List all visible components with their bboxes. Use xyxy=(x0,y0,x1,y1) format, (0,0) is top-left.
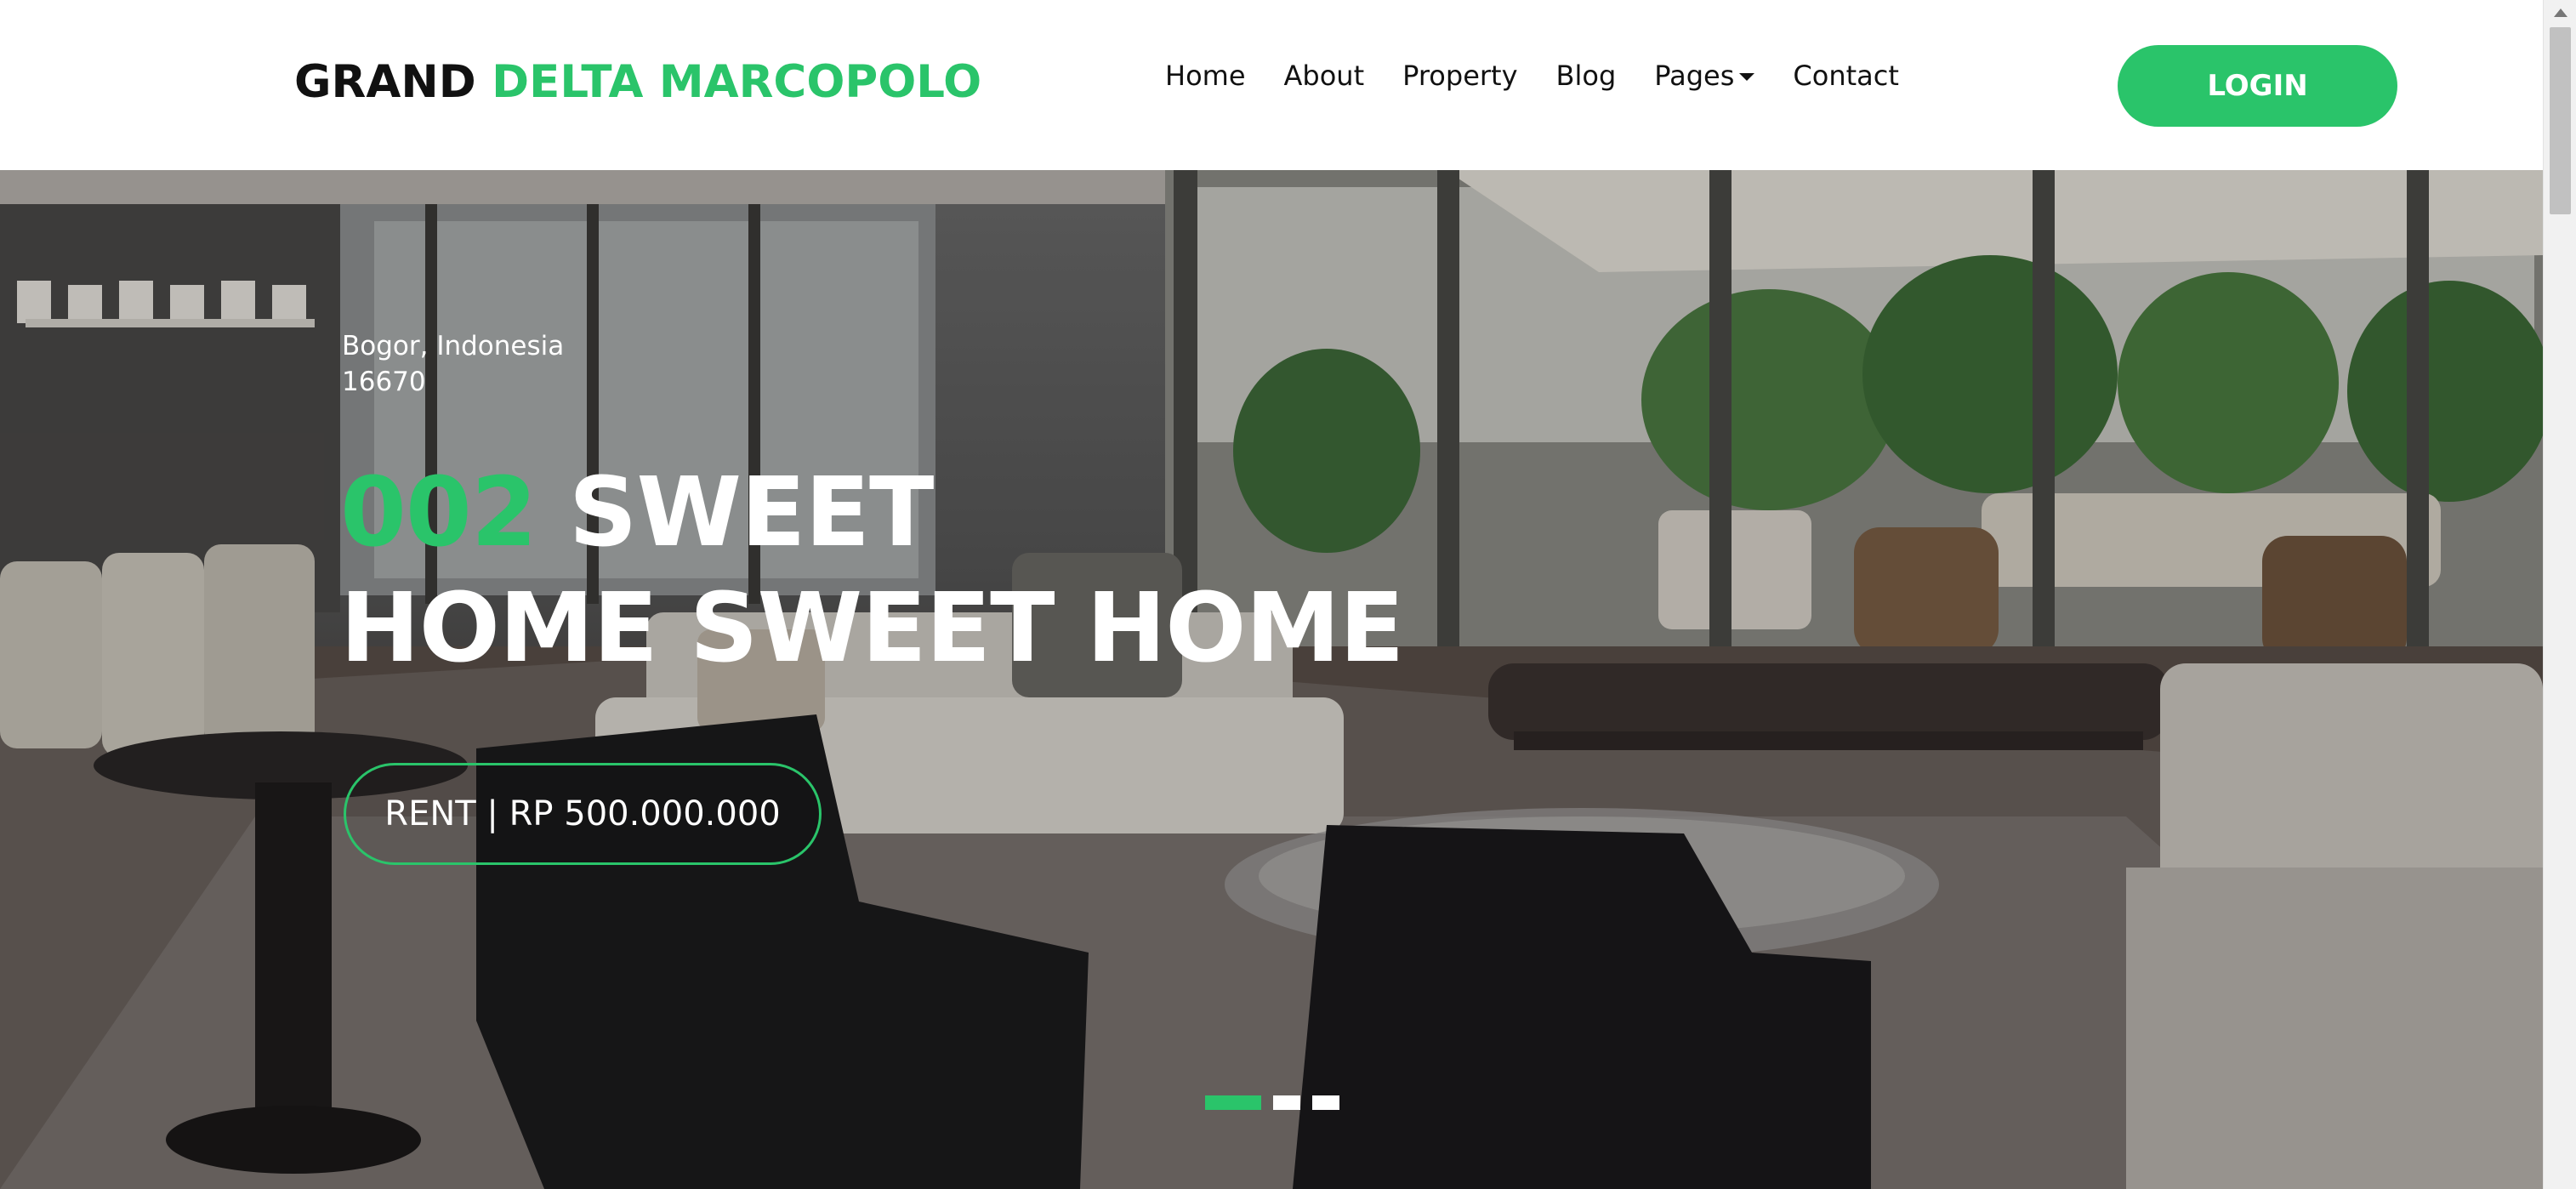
headline-line1: 002 SWEET xyxy=(340,455,1403,571)
headline-number: 002 xyxy=(340,458,537,568)
location-city: Bogor, Indonesia xyxy=(342,331,565,361)
headline-line2: HOME SWEET HOME xyxy=(340,573,1404,684)
location-postcode: 16670 xyxy=(342,367,426,397)
site-header: GRAND DELTA MARCOPOLO Home About Propert… xyxy=(0,0,2543,170)
carousel-indicators xyxy=(1205,1095,1351,1110)
scrollbar-thumb[interactable] xyxy=(2550,27,2571,214)
nav-property-label: Property xyxy=(1402,60,1518,92)
carousel-indicator-3[interactable] xyxy=(1312,1095,1339,1110)
nav-property[interactable]: Property xyxy=(1402,60,1517,92)
scroll-up-arrow-icon[interactable] xyxy=(2554,9,2567,17)
nav-pages-dropdown[interactable]: Pages xyxy=(1654,60,1755,92)
login-button[interactable]: LOGIN xyxy=(2118,45,2397,127)
logo-text-accent: DELTA MARCOPOLO xyxy=(492,56,982,108)
main-nav: Home About Property Blog Pages Contact xyxy=(1165,60,1899,92)
nav-about[interactable]: About xyxy=(1284,60,1365,92)
site-logo[interactable]: GRAND DELTA MARCOPOLO xyxy=(294,56,981,108)
headline-word: SWEET xyxy=(536,458,935,568)
nav-contact[interactable]: Contact xyxy=(1793,60,1899,92)
nav-pages-label: Pages xyxy=(1654,60,1735,92)
carousel-indicator-2[interactable] xyxy=(1273,1095,1300,1110)
carousel-indicator-1[interactable] xyxy=(1205,1095,1261,1110)
nav-home[interactable]: Home xyxy=(1165,60,1246,92)
property-location: Bogor, Indonesia 16670 xyxy=(342,328,564,400)
logo-text-primary: GRAND xyxy=(294,56,492,108)
nav-home-label: Home xyxy=(1165,60,1246,92)
caret-down-icon xyxy=(1739,72,1755,81)
nav-blog[interactable]: Blog xyxy=(1556,60,1617,92)
nav-about-label: About xyxy=(1283,60,1365,92)
price-button[interactable]: RENT | RP 500.000.000 xyxy=(344,763,822,865)
nav-blog-label: Blog xyxy=(1555,60,1617,92)
page-scrollbar[interactable] xyxy=(2543,0,2576,1189)
hero-headline: 002 SWEET HOME SWEET HOME xyxy=(340,455,1404,686)
hero-carousel: Bogor, Indonesia 16670 002 SWEET HOME SW… xyxy=(0,170,2543,1189)
nav-contact-label: Contact xyxy=(1793,60,1899,92)
